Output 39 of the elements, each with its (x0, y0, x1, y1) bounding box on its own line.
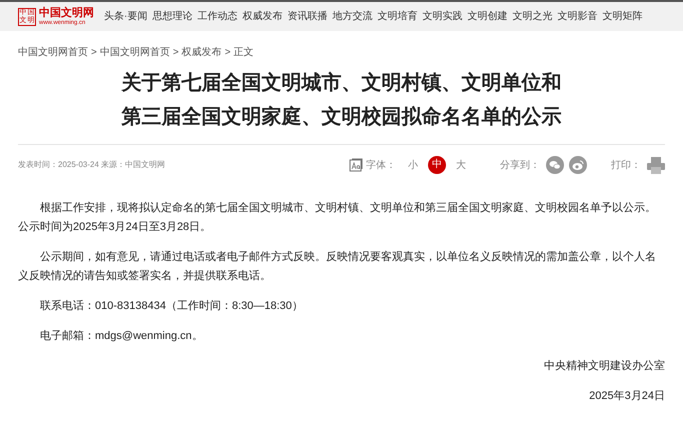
breadcrumb-separator: > (91, 46, 97, 60)
article-title: 关于第七届全国文明城市、文明村镇、文明单位和 (122, 71, 562, 95)
nav-link[interactable]: 文明之光 (512, 9, 552, 24)
font-size-option[interactable]: 小 (404, 156, 422, 174)
nav-link[interactable]: 工作动态 (197, 9, 238, 24)
font-size-icon (349, 158, 363, 172)
breadcrumb-separator: > (172, 46, 179, 60)
breadcrumb-link[interactable]: 中国文明网首页 (100, 45, 170, 60)
nav-link[interactable]: 头条·要闻 (104, 9, 148, 24)
paragraph: 根据工作安排，现将拟认定命名的第七届全国文明城市、文明村镇、文明单位和第三届全国文明家庭、文明校园名单予以公示。公示时间为2025年3月24日至3月28日。 (18, 200, 657, 235)
publish-info: 发表时间：2025-03-24 来源：中国文明网 (18, 159, 166, 171)
chat-bubbles-icon[interactable] (546, 156, 564, 174)
nav-link[interactable]: 文明影音 (557, 9, 598, 24)
nav-link[interactable]: 思想理论 (152, 9, 192, 24)
logo-title: 中国文明网 (39, 6, 94, 20)
printer-icon[interactable] (647, 156, 665, 174)
font-size-option[interactable]: 中 (428, 156, 446, 174)
paragraph: 电子邮箱：mdgs@wenming.cn。 (39, 329, 204, 344)
eye-share-icon[interactable] (569, 156, 587, 174)
date: 2025年3月24日 (589, 389, 665, 404)
nav-link[interactable]: 文明实践 (422, 9, 462, 24)
signature: 中央精神文明建设办公室 (544, 358, 665, 374)
nav-link[interactable]: 文明矩阵 (602, 9, 642, 24)
font-size-option[interactable]: 大 (452, 156, 470, 174)
nav-link[interactable]: 地方交流 (332, 9, 372, 24)
breadcrumb-separator: > (224, 46, 231, 60)
share-label: 分享到： (500, 158, 540, 172)
paragraph: 联系电话：010-83138434（工作时间：8:30—18:30） (39, 298, 304, 314)
nav-link[interactable]: 权威发布 (242, 9, 282, 24)
paragraph: 公示期间，如有意见，请通过电话或者电子邮件方式反映。反映情况要客观真实，以单位名义反映情况的需加盖公章，以个人名义反映情况的请告知或签署实名，并提供联系电话。 (18, 250, 657, 284)
page-location-text: 正文 (234, 46, 254, 60)
article-title: 第三届全国文明家庭、文明校园拟命名名单的公示 (122, 105, 562, 129)
print-label: 打印： (611, 158, 641, 172)
nav-link[interactable]: 文明培育 (377, 9, 418, 24)
breadcrumb-link[interactable]: 中国文明网首页 (18, 45, 88, 60)
nav-link[interactable]: 资讯联播 (287, 9, 328, 24)
breadcrumb-link[interactable]: 权威发布 (182, 45, 222, 60)
font-size-label: 字体： (366, 158, 396, 172)
nav-link[interactable]: 文明创建 (467, 9, 508, 24)
